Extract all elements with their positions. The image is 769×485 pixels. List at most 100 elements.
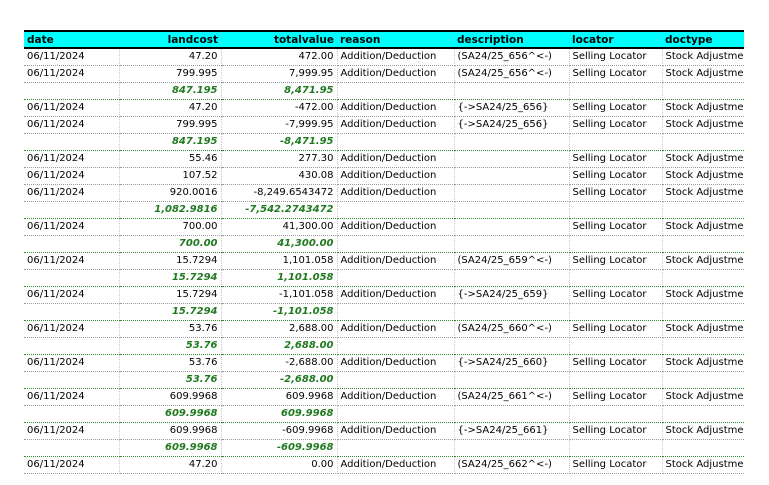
cell-doctype <box>662 405 744 423</box>
cell-description: (SA24/25_660^<-) <box>454 320 570 338</box>
report-table: date landcost totalvalue reason descript… <box>24 30 744 474</box>
cell-doctype <box>662 133 744 151</box>
table-row[interactable]: 06/11/2024 15.7294 1,101.058 Addition/Deduc… <box>24 252 744 270</box>
cell-reason: Addition/Deduction <box>337 252 455 270</box>
cell-doctype <box>662 201 744 219</box>
cell-landcost: 799.995 <box>119 116 222 134</box>
cell-doctype <box>662 439 744 457</box>
table-row[interactable]: 06/11/2024 107.52 430.08 Addition/Deduction… <box>24 167 744 185</box>
cell-description: {->SA24/25_660} <box>454 354 570 372</box>
report-table-container: date landcost totalvalue reason descript… <box>24 30 744 474</box>
cell-description <box>454 337 570 355</box>
subtotal-row[interactable]: 700.00 41,300.00 <box>24 235 744 253</box>
column-header-description[interactable]: description <box>454 30 569 49</box>
cell-totalvalue: 2,688.00 <box>221 337 338 355</box>
table-row[interactable]: 06/11/2024 700.00 41,300.00 Addition/Deduct… <box>24 218 744 236</box>
table-row[interactable]: 06/11/2024 55.46 277.30 Addition/Deduction S… <box>24 150 744 168</box>
cell-description <box>454 235 570 253</box>
table-row[interactable]: 06/11/2024 53.76 2,688.00 Addition/Deductio… <box>24 320 744 338</box>
cell-doctype: Stock Adjustment <box>662 286 744 304</box>
cell-reason: Addition/Deduction <box>337 48 455 66</box>
cell-date: 06/11/2024 <box>24 184 120 202</box>
cell-date <box>24 439 120 457</box>
header-row: date landcost totalvalue reason descript… <box>24 30 744 49</box>
subtotal-row[interactable]: 53.76 -2,688.00 <box>24 371 744 389</box>
cell-description: {->SA24/25_656} <box>454 116 570 134</box>
cell-locator <box>569 82 663 100</box>
cell-locator <box>569 269 663 287</box>
cell-locator: Selling Locator <box>569 456 663 474</box>
subtotal-row[interactable]: 847.195 -8,471.95 <box>24 133 744 151</box>
cell-totalvalue: -7,999.95 <box>221 116 338 134</box>
cell-totalvalue: 1,101.058 <box>221 252 338 270</box>
table-row[interactable]: 06/11/2024 609.9968 -609.9968 Addition/Dedu… <box>24 422 744 440</box>
cell-date <box>24 405 120 423</box>
table-row[interactable]: 06/11/2024 920.0016 -8,249.6543472 Addition… <box>24 184 744 202</box>
cell-doctype: Stock Adjustment <box>662 388 744 406</box>
table-row[interactable]: 06/11/2024 47.20 0.00 Addition/Deduction (SA… <box>24 456 744 474</box>
cell-reason: Addition/Deduction <box>337 184 455 202</box>
column-header-reason[interactable]: reason <box>337 30 454 49</box>
subtotal-row[interactable]: 609.9968 -609.9968 <box>24 439 744 457</box>
cell-reason: Addition/Deduction <box>337 218 455 236</box>
cell-totalvalue: -2,688.00 <box>221 371 338 389</box>
cell-reason <box>337 337 455 355</box>
cell-date: 06/11/2024 <box>24 48 120 66</box>
cell-doctype: Stock Adjustment <box>662 184 744 202</box>
table-row[interactable]: 06/11/2024 53.76 -2,688.00 Addition/Deducti… <box>24 354 744 372</box>
cell-description: (SA24/25_662^<-) <box>454 456 570 474</box>
cell-locator <box>569 133 663 151</box>
table-row[interactable]: 06/11/2024 47.20 472.00 Addition/Deduction(… <box>24 48 744 66</box>
cell-description <box>454 82 570 100</box>
column-header-locator[interactable]: locator <box>569 30 662 49</box>
cell-description: (SA24/25_661^<-) <box>454 388 570 406</box>
cell-reason <box>337 303 455 321</box>
cell-date: 06/11/2024 <box>24 456 120 474</box>
cell-doctype: Stock Adjustment <box>662 320 744 338</box>
column-header-landcost[interactable]: landcost <box>119 30 221 49</box>
cell-reason <box>337 82 455 100</box>
cell-date: 06/11/2024 <box>24 167 120 185</box>
cell-locator <box>569 439 663 457</box>
cell-date: 06/11/2024 <box>24 354 120 372</box>
cell-date <box>24 201 120 219</box>
cell-date: 06/11/2024 <box>24 150 120 168</box>
cell-landcost: 15.7294 <box>119 303 222 321</box>
cell-reason <box>337 439 455 457</box>
table-row[interactable]: 06/11/2024 609.9968 609.9968 Addition/Deduc… <box>24 388 744 406</box>
cell-reason: Addition/Deduction <box>337 65 455 83</box>
cell-landcost: 609.9968 <box>119 388 222 406</box>
subtotal-row[interactable]: 847.195 8,471.95 <box>24 82 744 100</box>
cell-description: (SA24/25_656^<-) <box>454 48 570 66</box>
cell-totalvalue: 472.00 <box>221 48 338 66</box>
subtotal-row[interactable]: 15.7294 -1,101.058 <box>24 303 744 321</box>
cell-locator <box>569 371 663 389</box>
cell-doctype <box>662 371 744 389</box>
column-header-totalvalue[interactable]: totalvalue <box>221 30 337 49</box>
table-row[interactable]: 06/11/2024 799.995 7,999.95 Addition/Deduct… <box>24 65 744 83</box>
cell-locator: Selling Locator <box>569 354 663 372</box>
cell-reason <box>337 405 455 423</box>
subtotal-row[interactable]: 53.76 2,688.00 <box>24 337 744 355</box>
table-row[interactable]: 06/11/2024 15.7294 -1,101.058 Addition/Dedu… <box>24 286 744 304</box>
subtotal-row[interactable]: 1,082.9816 -7,542.2743472 <box>24 201 744 219</box>
cell-description <box>454 269 570 287</box>
cell-totalvalue: 2,688.00 <box>221 320 338 338</box>
cell-locator: Selling Locator <box>569 48 663 66</box>
table-row[interactable]: 06/11/2024 47.20 -472.00 Addition/Deduction… <box>24 99 744 117</box>
column-header-doctype[interactable]: doctype <box>662 30 744 49</box>
cell-landcost: 107.52 <box>119 167 222 185</box>
cell-totalvalue: -8,249.6543472 <box>221 184 338 202</box>
cell-date <box>24 235 120 253</box>
cell-description <box>454 184 570 202</box>
column-header-date[interactable]: date <box>24 30 119 49</box>
cell-doctype: Stock Adjustment <box>662 65 744 83</box>
subtotal-row[interactable]: 609.9968 609.9968 <box>24 405 744 423</box>
cell-totalvalue: -7,542.2743472 <box>221 201 338 219</box>
subtotal-row[interactable]: 15.7294 1,101.058 <box>24 269 744 287</box>
table-row[interactable]: 06/11/2024 799.995 -7,999.95 Addition/Deduc… <box>24 116 744 134</box>
cell-landcost: 47.20 <box>119 456 222 474</box>
cell-description <box>454 371 570 389</box>
cell-landcost: 847.195 <box>119 133 222 151</box>
table-body: 06/11/2024 47.20 472.00 Addition/Deduction(… <box>24 48 744 474</box>
